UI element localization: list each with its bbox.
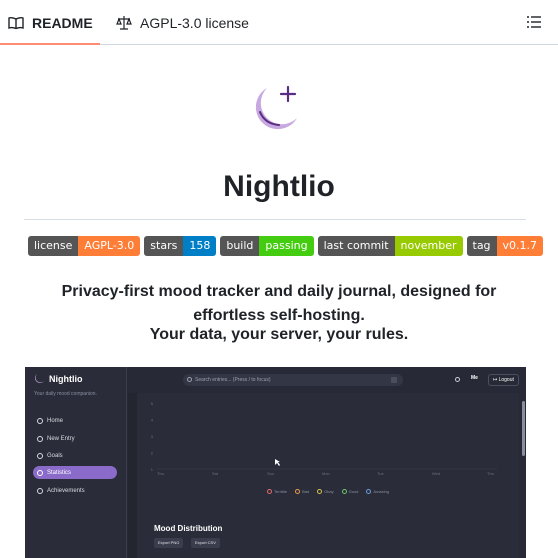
tab-readme[interactable]: README <box>8 0 93 45</box>
legend-swatch <box>317 489 323 494</box>
mouse-cursor-icon <box>275 459 280 466</box>
trophy-icon <box>37 487 43 494</box>
search-placeholder: Search entries... (Press / to focus) <box>195 377 271 383</box>
app-brand: Nightlio <box>33 373 83 385</box>
chart-icon <box>37 469 43 476</box>
badge-label: license <box>28 236 79 256</box>
y-tick-label: 3 <box>151 434 154 439</box>
nav-label: New Entry <box>47 435 75 442</box>
tag-badge[interactable]: tag v0.1.7 <box>466 236 544 256</box>
badge-row: license AGPL-3.0 stars 158 build passing… <box>28 236 544 256</box>
build-badge[interactable]: build passing <box>220 236 314 256</box>
y-tick-label: 5 <box>151 401 154 406</box>
app-brand-name: Nightlio <box>49 374 83 384</box>
shortcut-key-icon <box>391 377 397 383</box>
app-sidebar: Nightlio Your daily mood companion. Home… <box>25 367 127 558</box>
legend-label: Amazing <box>373 489 389 494</box>
settings-icon[interactable] <box>455 377 460 382</box>
legend-swatch <box>366 489 372 494</box>
legend-label: Okay <box>324 489 334 494</box>
badge-value: 158 <box>183 236 217 256</box>
x-tick-label: Thu <box>157 471 164 476</box>
legend-swatch <box>267 489 273 494</box>
tab-readme-label: README <box>32 14 93 31</box>
tab-license[interactable]: AGPL-3.0 license <box>116 0 249 45</box>
book-icon <box>8 16 24 29</box>
legend-swatch <box>341 489 347 494</box>
scrollbar[interactable] <box>522 401 525 456</box>
nightlio-logo-icon <box>255 85 297 130</box>
y-tick-label: 1 <box>151 467 154 472</box>
legend-item: Okay <box>317 489 334 494</box>
search-icon <box>187 377 192 382</box>
badge-label: build <box>220 236 260 256</box>
legend-item: Terrible <box>267 489 287 494</box>
title-divider <box>24 219 526 220</box>
chart-legend: Terrible Bad Okay Good Amazing <box>137 489 519 494</box>
badge-label: stars <box>144 236 184 256</box>
nav-label: Statistics <box>47 469 72 476</box>
outline-list-icon[interactable] <box>526 14 542 30</box>
app-topbar: Search entries... (Press / to focus) Me … <box>128 367 526 393</box>
active-tab-underline <box>0 43 100 45</box>
mood-chart: 54321Thu Sat Sun Mon Tue Wed Thu <box>151 401 497 476</box>
nav-label: Home <box>47 417 64 424</box>
target-icon <box>37 452 43 459</box>
x-tick-label: Sun <box>267 471 274 476</box>
home-icon <box>37 417 43 424</box>
tagline: Privacy-first mood tracker and daily jou… <box>61 283 497 324</box>
legend-label: Terrible <box>274 489 288 494</box>
export-csv-button[interactable]: Export CSV <box>191 538 220 548</box>
x-tick-label: Tue <box>377 471 385 476</box>
tagline-secondary: Your data, your server, your rules. <box>149 326 409 343</box>
badge-value: passing <box>259 236 314 256</box>
nav-home[interactable]: Home <box>33 414 117 427</box>
app-screenshot: Nightlio Your daily mood companion. Home… <box>25 367 526 558</box>
stars-badge[interactable]: stars 158 <box>144 236 217 256</box>
mood-distribution-title: Mood Distribution <box>154 524 223 533</box>
app-brand-subtitle: Your daily mood companion. <box>34 391 97 397</box>
badge-value: AGPL-3.0 <box>78 236 141 256</box>
x-tick-label: Wed <box>432 471 440 476</box>
search-input[interactable]: Search entries... (Press / to focus) <box>183 374 403 386</box>
badge-label: tag <box>466 236 497 256</box>
tab-license-label: AGPL-3.0 license <box>140 14 249 31</box>
nav-goals[interactable]: Goals <box>33 449 117 462</box>
badge-label: last commit <box>317 236 395 256</box>
y-tick-label: 4 <box>151 418 154 423</box>
plus-icon <box>37 435 43 442</box>
nav-achievements[interactable]: Achievements <box>33 484 117 497</box>
nav-new-entry[interactable]: New Entry <box>33 432 117 445</box>
nav-statistics[interactable]: Statistics <box>33 466 117 479</box>
license-badge[interactable]: license AGPL-3.0 <box>28 236 141 256</box>
y-tick-label: 2 <box>151 451 154 456</box>
readme-title: Nightlio <box>223 170 335 203</box>
export-png-button[interactable]: Export PNG <box>154 538 184 548</box>
legend-item: Bad <box>295 489 309 494</box>
x-tick-label: Sat <box>212 471 219 476</box>
x-tick-label: Mon <box>322 471 330 476</box>
legend-item: Good <box>341 489 359 494</box>
logout-button[interactable]: ↦ Logout <box>488 374 519 386</box>
nav-label: Achievements <box>47 487 85 494</box>
badge-value: v0.1.7 <box>496 236 544 256</box>
legend-item: Amazing <box>366 489 389 494</box>
badge-value: november <box>394 236 463 256</box>
content-gutter <box>128 393 137 558</box>
stats-panel: 5 4 3 2 1 Thu Sat Sun Mon Tue Wed Thu Terrible Bad Ok… <box>137 393 519 558</box>
user-label[interactable]: Me <box>471 375 478 381</box>
legend-label: Bad <box>302 489 310 494</box>
last-commit-badge[interactable]: last commit november <box>317 236 463 256</box>
x-tick-label: Thu <box>487 471 494 476</box>
moon-icon <box>35 374 44 383</box>
legend-label: Good <box>348 489 359 494</box>
scale-icon <box>116 15 132 30</box>
logout-label: Logout <box>498 377 514 383</box>
nav-label: Goals <box>47 452 63 459</box>
legend-swatch <box>295 489 301 494</box>
readme-tabbar: README AGPL-3.0 license <box>0 0 558 45</box>
